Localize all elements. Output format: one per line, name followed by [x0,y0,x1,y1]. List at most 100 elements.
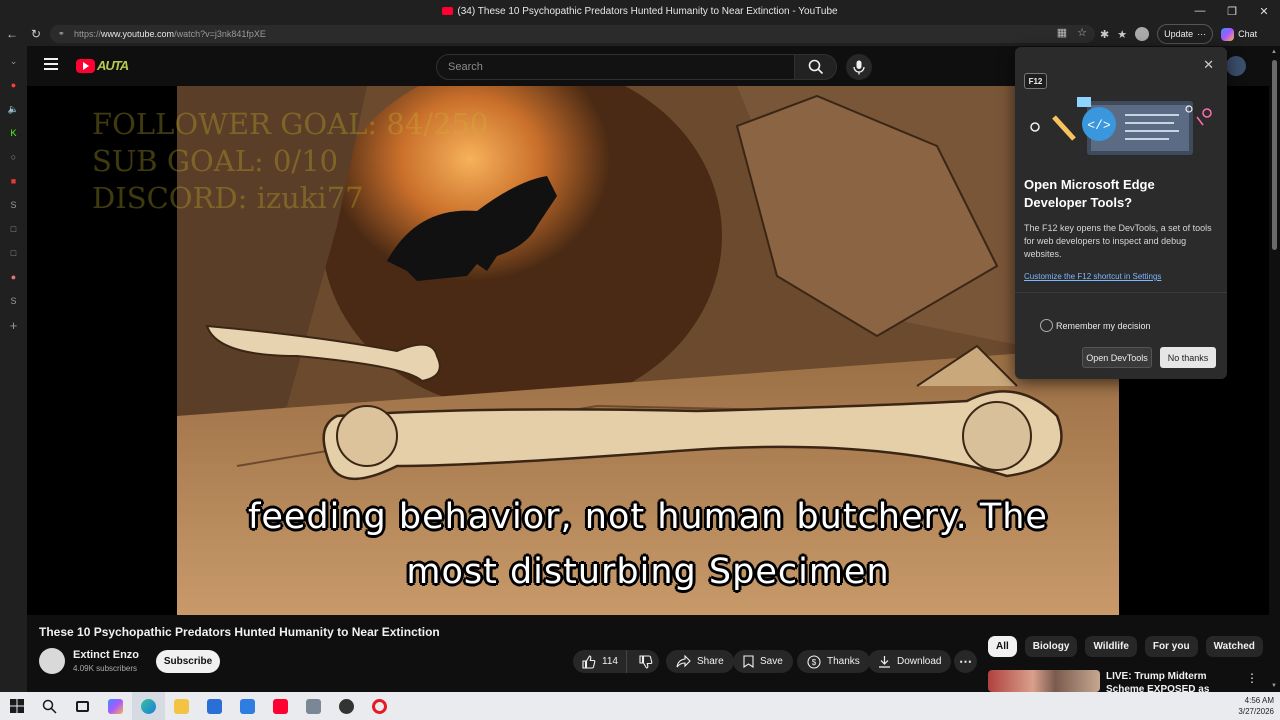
taskbar-youtube[interactable] [264,692,297,720]
no-thanks-button[interactable]: No thanks [1160,347,1216,368]
youtube-doodle-logo[interactable]: AUTA [97,58,129,73]
channel-name[interactable]: Extinct Enzo [73,649,139,661]
url-path: /watch?v=j3nk841fpXE [174,29,266,39]
taskbar-app[interactable] [297,692,330,720]
tab-icon-site[interactable]: S [7,198,21,212]
chip-all[interactable]: All [988,636,1017,657]
channel-avatar[interactable] [39,648,65,674]
tab-icon-youtube[interactable]: ● [7,78,21,92]
page-scrollbar[interactable]: ▲ ▼ [1269,46,1280,692]
tab-icon-doc[interactable]: □ [7,246,21,260]
back-button[interactable]: ← [0,22,24,46]
dislike-button[interactable] [633,654,659,669]
opera-icon [372,698,387,714]
window-title-bar: (34) These 10 Psychopathic Predators Hun… [0,0,1280,22]
chip-biology[interactable]: Biology [1024,636,1078,657]
scroll-down-icon[interactable]: ▼ [1271,683,1277,689]
open-devtools-button[interactable]: Open DevTools [1082,347,1152,368]
subscribe-button[interactable]: Subscribe [156,650,220,673]
close-window-button[interactable]: ✕ [1248,0,1280,22]
scrollbar-thumb[interactable] [1272,60,1277,250]
collapse-tabs-icon[interactable]: ⌄ [7,54,21,68]
chip-watched[interactable]: Watched [1205,636,1263,657]
browser-toolbar: ✱ ★ Update ⋯ Chat [1100,24,1257,44]
menu-icon[interactable] [44,58,58,70]
account-avatar[interactable] [1226,56,1246,76]
thumbs-down-icon [639,654,653,669]
new-tab-icon[interactable]: + [7,318,21,333]
youtube-logo-icon[interactable] [76,59,95,73]
subscriber-count: 4.09K subscribers [73,664,138,673]
tab-icon-kick[interactable]: K [7,126,21,140]
share-label: Share [697,656,724,667]
caption-line: most disturbing Specimen [406,552,890,592]
taskbar-mail[interactable] [231,692,264,720]
restore-button[interactable]: ❐ [1216,0,1248,22]
favorite-star-icon[interactable]: ☆ [1077,26,1087,39]
taskbar-store[interactable] [198,692,231,720]
chip-for-you[interactable]: For you [1144,636,1198,657]
taskbar-edge[interactable] [132,692,165,720]
thumbs-up-icon [582,654,596,669]
taskbar-clock[interactable]: 4:56 AM 3/27/2026 [1238,695,1274,717]
search-button[interactable] [794,54,837,80]
remember-decision-label[interactable]: Remember my decision [1056,321,1151,331]
taskbar-copilot[interactable] [99,692,132,720]
tab-icon-game[interactable]: ● [7,270,21,284]
site-info-icon[interactable]: ⚭ [58,29,68,39]
tab-icon-page[interactable]: □ [7,222,21,236]
thanks-button[interactable]: $ Thanks [797,650,870,673]
thanks-label: Thanks [827,656,860,667]
store-icon [207,698,222,714]
bookmark-icon [743,655,754,668]
vertical-tabs-sidebar: ⌄ ● 🔈 K ○ ■ S □ □ ● S + [0,46,27,692]
chip-wildlife[interactable]: Wildlife [1085,636,1137,657]
close-dialog-icon[interactable]: ✕ [1203,57,1214,73]
like-button[interactable]: 114 [573,650,628,673]
video-title: These 10 Psychopathic Predators Hunted H… [39,625,440,639]
download-button[interactable]: Download [868,650,952,673]
save-button[interactable]: Save [733,650,793,673]
minimize-button[interactable]: — [1184,0,1216,22]
stream-goal-overlay: FOLLOWER GOAL: 84/250 SUB GOAL: 0/10 DIS… [92,106,488,217]
remember-decision-radio[interactable] [1040,319,1053,332]
clock-date: 3/27/2026 [1238,707,1274,716]
voice-search-button[interactable] [846,54,872,80]
start-button[interactable] [0,692,33,720]
more-actions-button[interactable]: ⋯ [954,650,977,673]
taskbar-search-icon [42,699,57,714]
chat-label: Chat [1238,29,1258,39]
search-input[interactable]: Search [436,54,795,80]
update-button[interactable]: Update ⋯ [1157,24,1214,44]
share-button[interactable]: Share [666,650,734,673]
svg-text:</>: </> [1087,118,1111,133]
tab-icon-s[interactable]: S [7,294,21,308]
recommendation-more-icon[interactable]: ⋮ [1246,671,1258,685]
url-prefix: https:// [74,29,102,39]
scroll-up-icon[interactable]: ▲ [1271,49,1277,55]
recommendation-title[interactable]: LIVE: Trump Midterm Scheme EXPOSED as EV… [1106,670,1246,692]
taskbar-file-explorer[interactable] [165,692,198,720]
microphone-icon [853,60,865,74]
task-view-button[interactable] [66,692,99,720]
copilot-chat-button[interactable]: Chat [1221,27,1258,41]
overlay-line: DISCORD: izuki77 [92,181,364,215]
taskbar-opera[interactable] [363,692,396,720]
like-count: 114 [602,656,618,667]
favorites-icon[interactable]: ★ [1117,28,1127,41]
extensions-icon[interactable]: ✱ [1100,28,1109,41]
address-bar[interactable]: ⚭ https://www.youtube.com/watch?v=j3nk84… [50,25,1095,43]
screen: (34) These 10 Psychopathic Predators Hun… [0,0,1280,720]
taskbar-game[interactable] [330,692,363,720]
profile-avatar[interactable] [1135,27,1150,41]
tab-icon-muted[interactable]: 🔈 [7,102,21,116]
recommendation-thumbnail[interactable] [988,670,1100,692]
taskbar-search-button[interactable] [33,692,66,720]
app-available-icon[interactable]: ▦ [1057,26,1067,39]
window-controls: — ❐ ✕ [1184,0,1280,22]
tab-icon-search[interactable]: ○ [7,150,21,164]
tab-icon-app[interactable]: ■ [7,174,21,188]
folder-icon [174,698,189,714]
customize-shortcut-link[interactable]: Customize the F12 shortcut in Settings [1024,272,1161,281]
refresh-button[interactable]: ↻ [24,22,48,46]
